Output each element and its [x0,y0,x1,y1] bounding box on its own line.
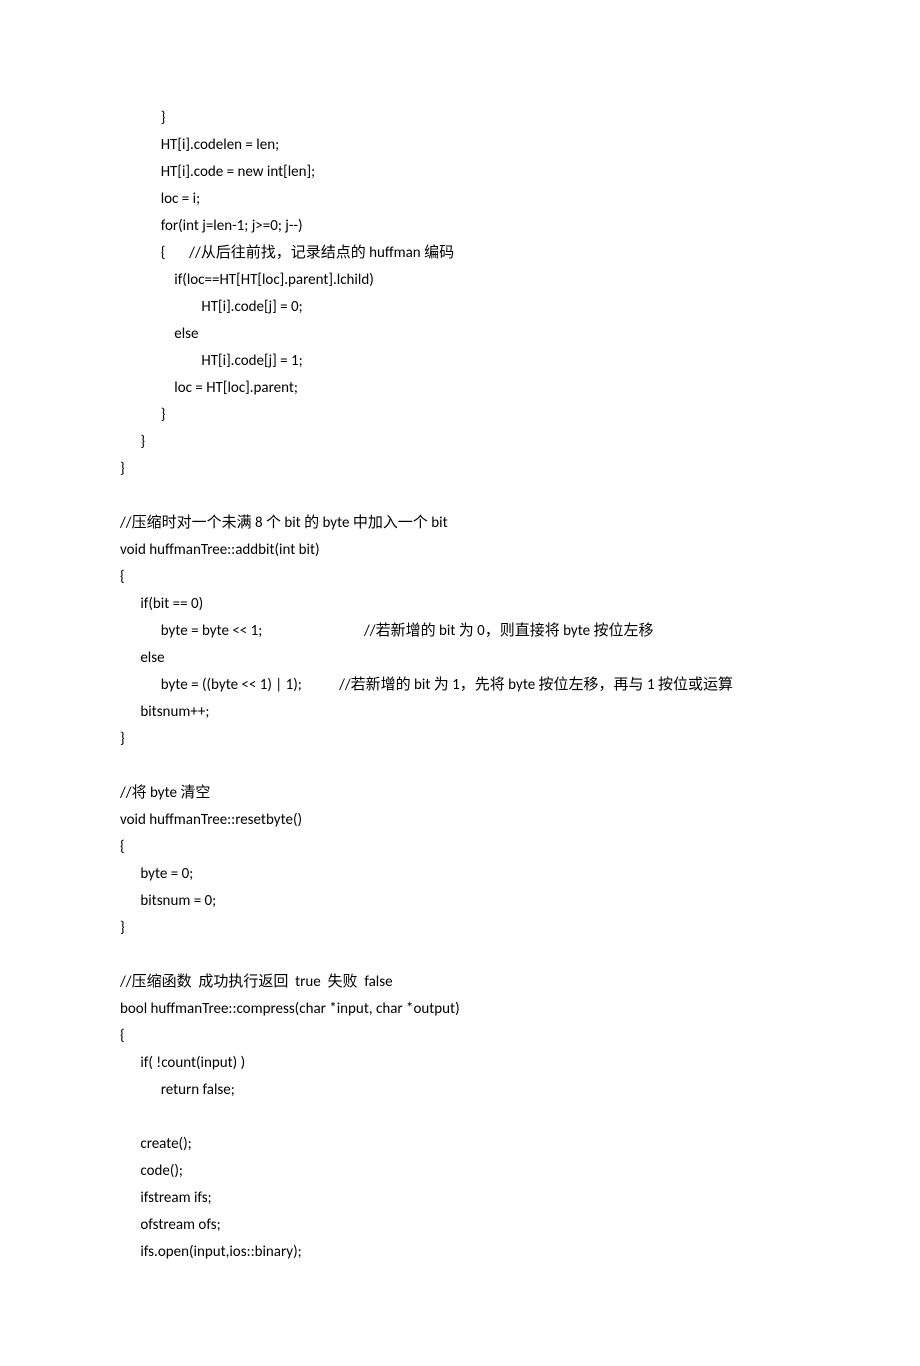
code-line: else [120,645,800,672]
code-line: { [120,834,800,861]
code-line: } [120,105,800,132]
code-line: return false; [120,1077,800,1104]
code-line: //压缩时对一个未满 8 个 bit 的 byte 中加入一个 bit [120,510,800,537]
code-line: for(int j=len-1; j>=0; j--) [120,213,800,240]
code-block: } HT[i].codelen = len; HT[i].code = new … [120,105,800,1266]
code-line: if(loc==HT[HT[loc].parent].lchild) [120,267,800,294]
code-line: } [120,915,800,942]
code-line: create(); [120,1131,800,1158]
code-line: if(bit == 0) [120,591,800,618]
code-line: } [120,726,800,753]
code-line: HT[i].code = new int[len]; [120,159,800,186]
code-line: ifstream ifs; [120,1185,800,1212]
code-line: } [120,456,800,483]
blank-line [120,753,800,780]
code-line: bitsnum = 0; [120,888,800,915]
code-line: } [120,402,800,429]
code-line: void huffmanTree::addbit(int bit) [120,537,800,564]
code-line: loc = i; [120,186,800,213]
code-line: byte = 0; [120,861,800,888]
code-line: } [120,429,800,456]
code-line: bool huffmanTree::compress(char *input, … [120,996,800,1023]
code-line: byte = ((byte << 1) | 1); //若新增的 bit 为 1… [120,672,800,699]
code-line: HT[i].code[j] = 0; [120,294,800,321]
code-line: ofstream ofs; [120,1212,800,1239]
code-line: ifs.open(input,ios::binary); [120,1239,800,1266]
code-line: //压缩函数 成功执行返回 true 失败 false [120,969,800,996]
code-line: HT[i].codelen = len; [120,132,800,159]
code-line: { [120,1023,800,1050]
code-line: else [120,321,800,348]
blank-line [120,483,800,510]
code-line: HT[i].code[j] = 1; [120,348,800,375]
blank-line [120,1104,800,1131]
blank-line [120,942,800,969]
code-line: code(); [120,1158,800,1185]
document-page: } HT[i].codelen = len; HT[i].code = new … [0,0,920,1366]
code-line: bitsnum++; [120,699,800,726]
code-line: loc = HT[loc].parent; [120,375,800,402]
code-line: void huffmanTree::resetbyte() [120,807,800,834]
code-line: if( !count(input) ) [120,1050,800,1077]
code-line: byte = byte << 1; //若新增的 bit 为 0，则直接将 by… [120,618,800,645]
code-line: //将 byte 清空 [120,780,800,807]
code-line: { //从后往前找，记录结点的 huffman 编码 [120,240,800,267]
code-line: { [120,564,800,591]
